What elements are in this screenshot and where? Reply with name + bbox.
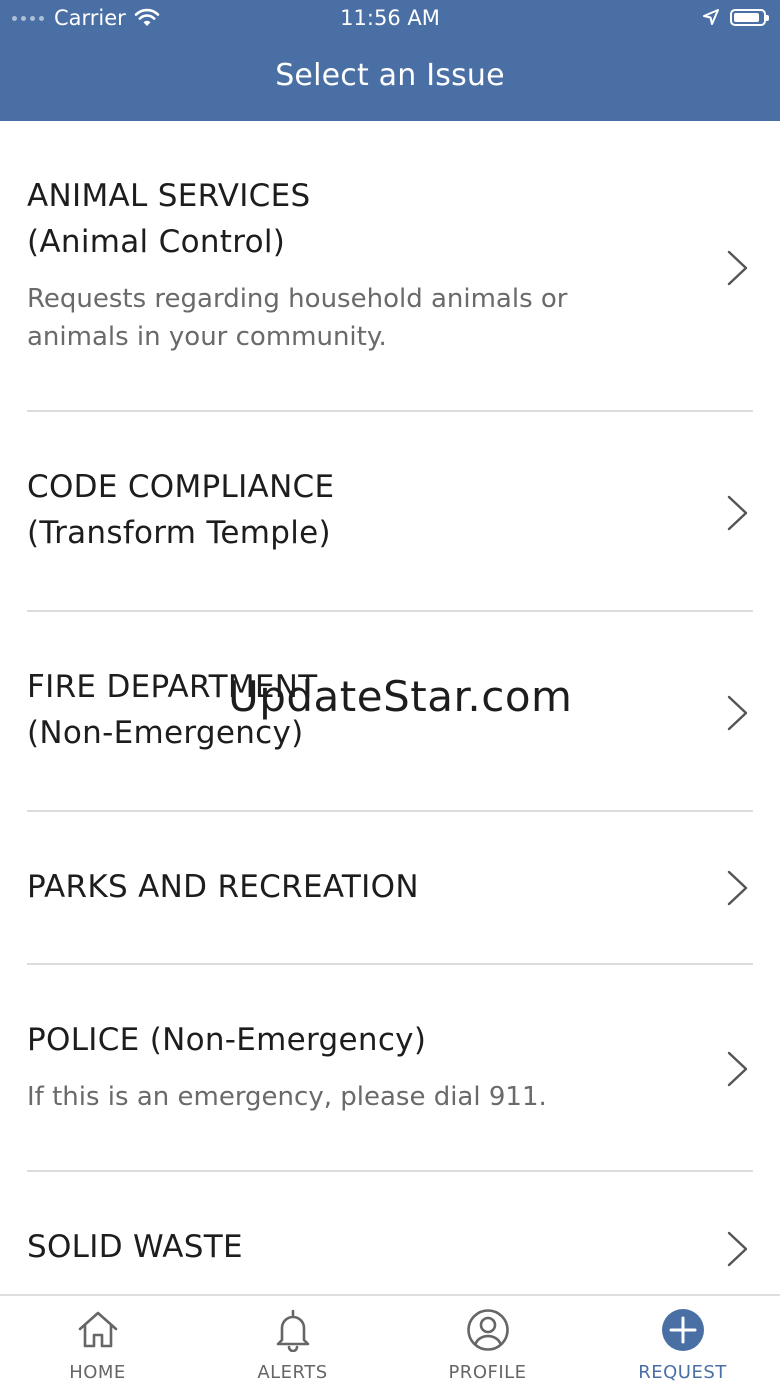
battery-level xyxy=(734,12,759,22)
issue-title: CODE COMPLIANCE (Transform Temple) xyxy=(27,469,335,551)
issue-title: ANIMAL SERVICES (Animal Control) xyxy=(27,178,311,260)
issue-description: If this is an emergency, please dial 911… xyxy=(27,1082,547,1112)
chevron-right-icon xyxy=(727,1231,748,1267)
page-title: Select an Issue xyxy=(275,58,505,93)
issue-list: ANIMAL SERVICES (Animal Control) Request… xyxy=(0,121,780,1294)
tab-label: ALERTS xyxy=(257,1362,328,1383)
bell-icon xyxy=(276,1309,310,1352)
tab-bar: HOME ALERTS PROFILE REQUEST xyxy=(0,1294,780,1387)
issue-title: POLICE (Non-Emergency) xyxy=(27,1022,427,1058)
chevron-right-icon xyxy=(727,495,748,531)
status-bar: Carrier 11:56 AM xyxy=(0,0,780,40)
tab-label: PROFILE xyxy=(448,1362,527,1383)
tab-label: REQUEST xyxy=(638,1362,727,1383)
user-circle-icon xyxy=(467,1309,509,1351)
issue-item-police[interactable]: POLICE (Non-Emergency) If this is an eme… xyxy=(0,965,780,1171)
tab-label: HOME xyxy=(69,1362,126,1383)
issue-title: FIRE DEPARTMENT (Non-Emergency) xyxy=(27,669,318,751)
plus-circle-icon xyxy=(662,1309,704,1351)
tab-profile[interactable]: PROFILE xyxy=(390,1296,585,1387)
issue-title: PARKS AND RECREATION xyxy=(27,869,419,905)
home-icon xyxy=(78,1311,118,1348)
tab-alerts[interactable]: ALERTS xyxy=(195,1296,390,1387)
issue-item-solid-waste[interactable]: SOLID WASTE xyxy=(0,1172,780,1294)
tab-home[interactable]: HOME xyxy=(0,1296,195,1387)
chevron-right-icon xyxy=(727,1051,748,1087)
tab-request[interactable]: REQUEST xyxy=(585,1296,780,1387)
header: Carrier 11:56 AM Select an Issue xyxy=(0,0,780,121)
screen: Carrier 11:56 AM Select an Issue ANIMAL … xyxy=(0,0,780,1387)
issue-item-animal-services[interactable]: ANIMAL SERVICES (Animal Control) Request… xyxy=(0,121,780,411)
issue-title: SOLID WASTE xyxy=(27,1229,243,1265)
issue-item-fire-department[interactable]: FIRE DEPARTMENT (Non-Emergency) xyxy=(0,612,780,811)
status-time: 11:56 AM xyxy=(340,6,440,30)
battery-icon xyxy=(730,8,769,26)
chevron-right-icon xyxy=(727,695,748,731)
issue-item-code-compliance[interactable]: CODE COMPLIANCE (Transform Temple) xyxy=(0,412,780,611)
chevron-right-icon xyxy=(727,250,748,286)
issue-description: Requests regarding household animals or … xyxy=(27,284,568,352)
status-right xyxy=(702,8,769,26)
issue-item-parks-and-recreation[interactable]: PARKS AND RECREATION xyxy=(0,812,780,964)
chevron-right-icon xyxy=(727,870,748,906)
location-arrow-icon xyxy=(703,9,719,25)
